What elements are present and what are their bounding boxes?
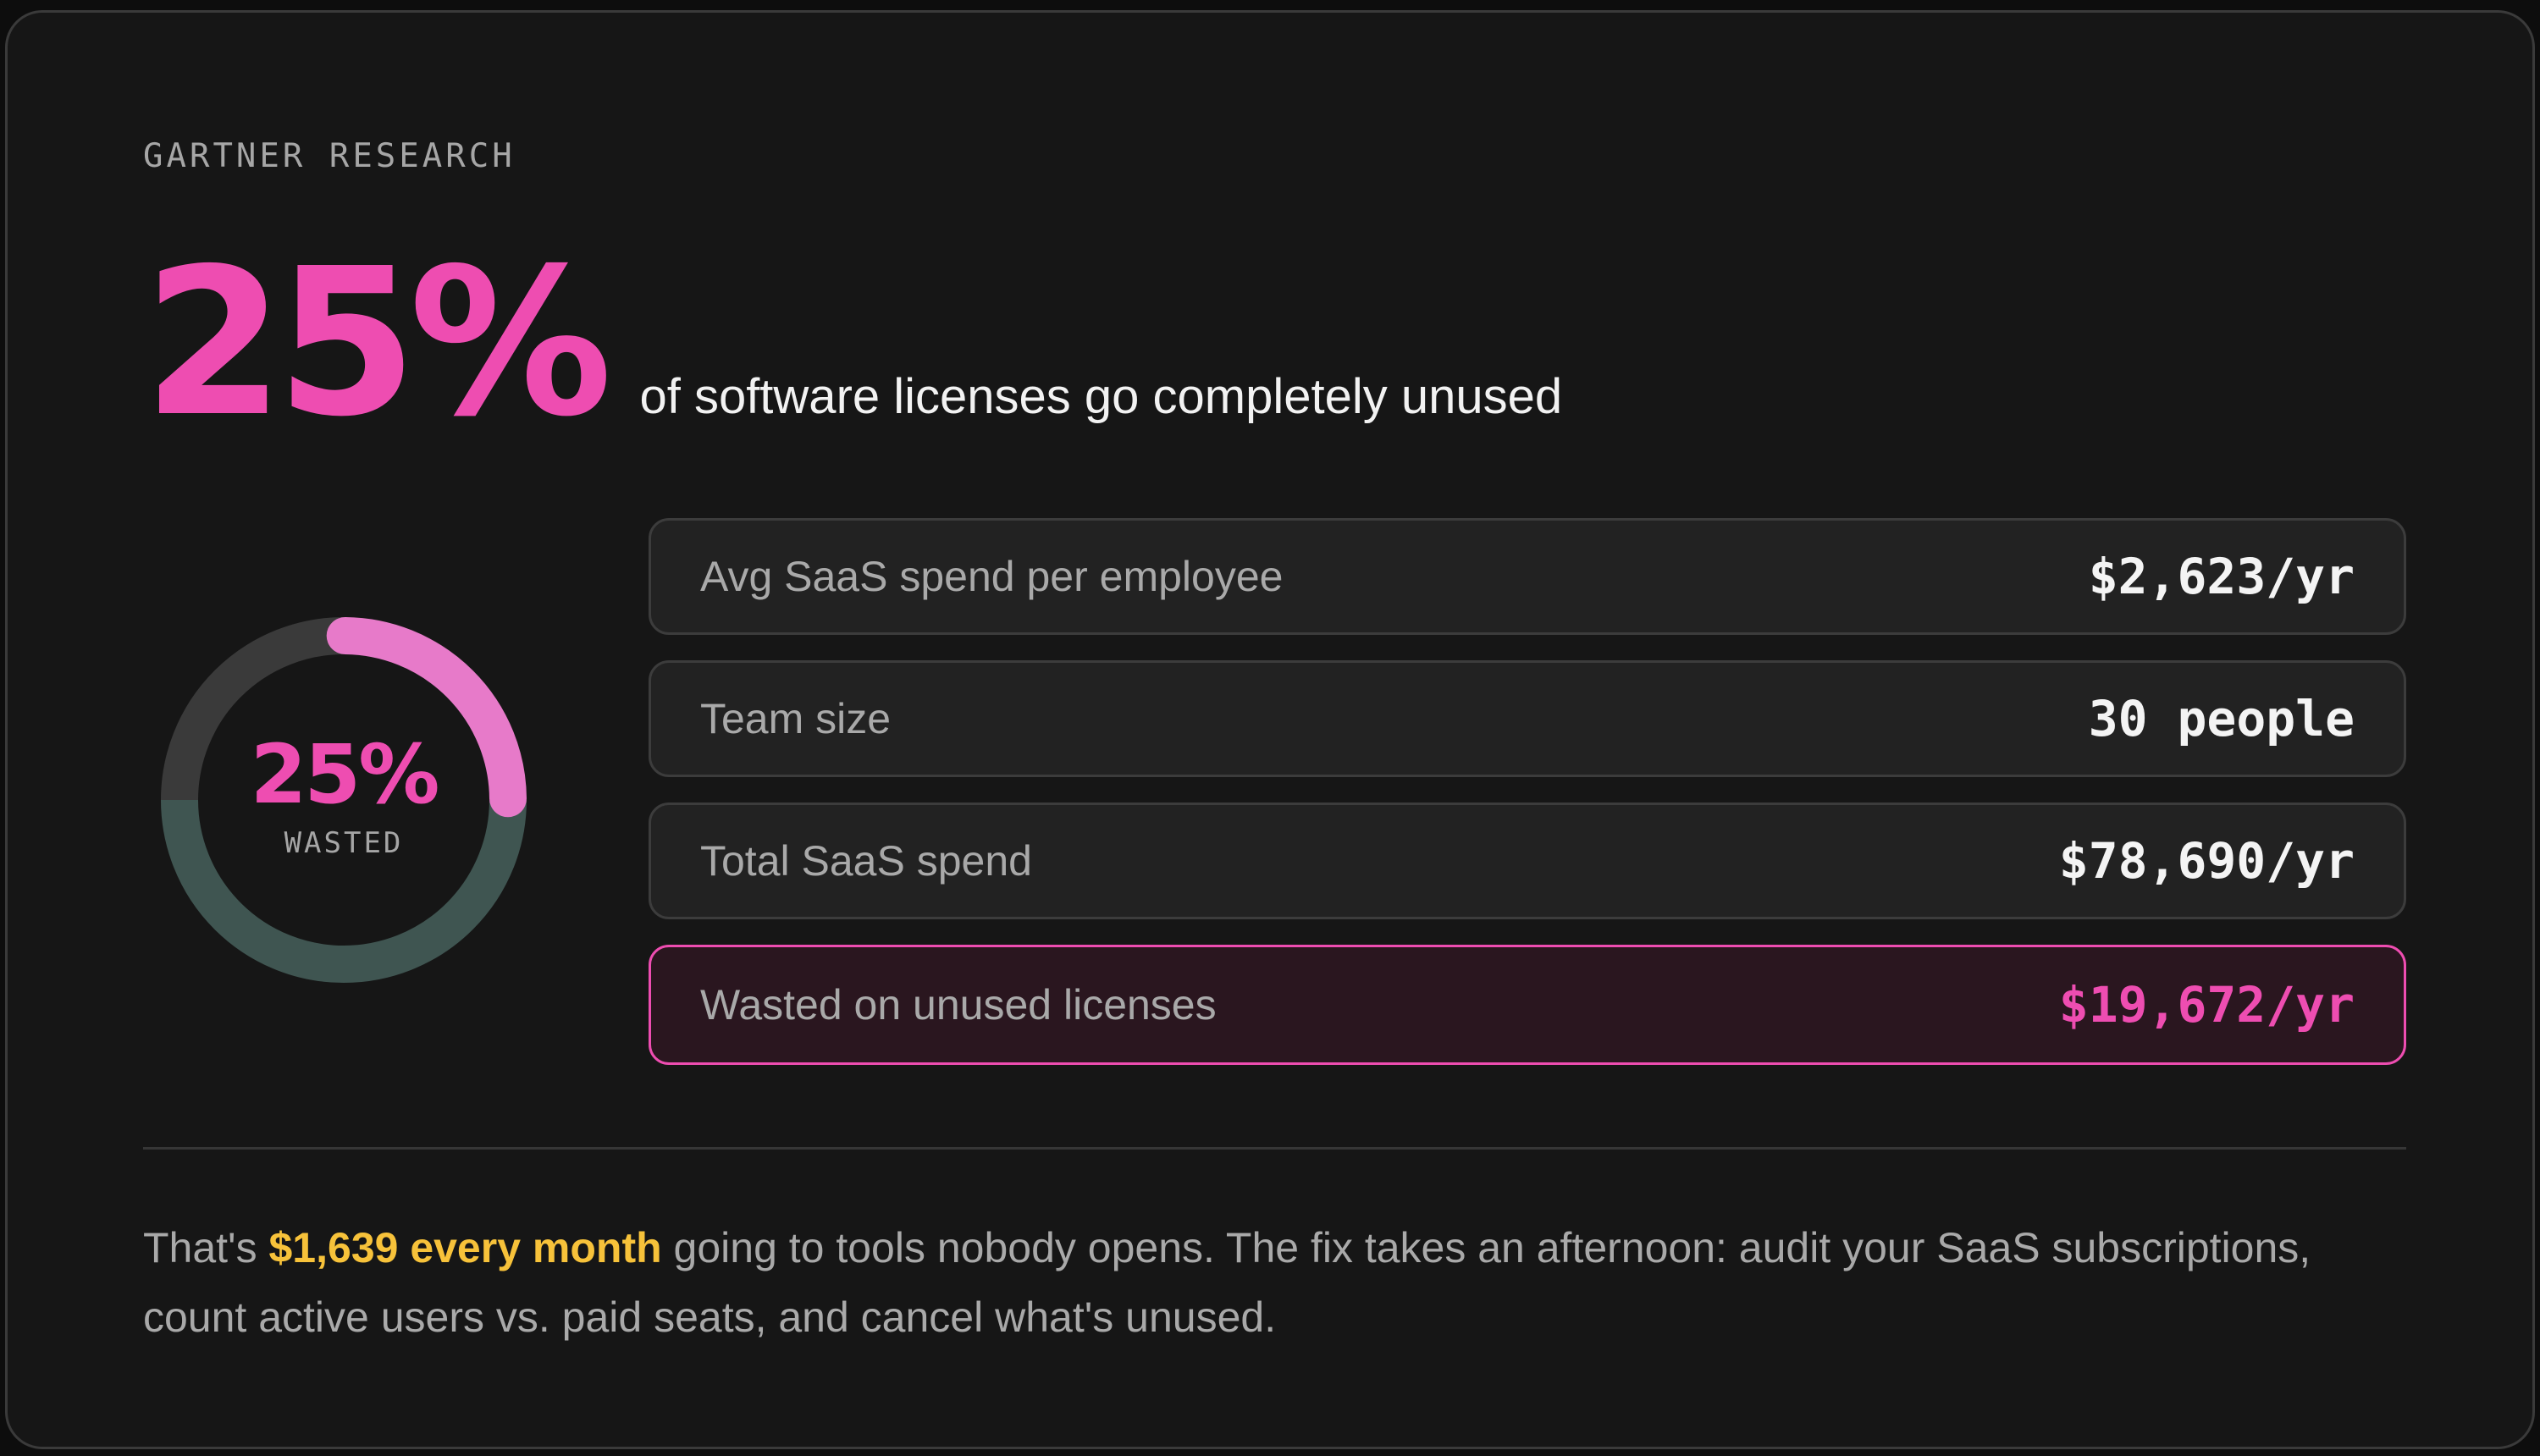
row-label: Team size (700, 695, 892, 742)
hero-percentage: 25% (143, 224, 612, 461)
row-label: Total SaaS spend (700, 837, 1032, 885)
row-wasted: Wasted on unused licenses $19,672/yr (649, 945, 2406, 1065)
section-divider (143, 1147, 2406, 1150)
row-value: $19,672/yr (2058, 976, 2355, 1034)
row-label: Wasted on unused licenses (700, 981, 1217, 1029)
hero-stat: 25% of software licenses go completely u… (143, 241, 1563, 444)
row-label: Avg SaaS spend per employee (700, 553, 1284, 600)
row-avg-spend: Avg SaaS spend per employee $2,623/yr (649, 518, 2406, 635)
donut-center-label: 25% WASTED (153, 609, 534, 990)
stat-card: GARTNER RESEARCH 25% of software license… (5, 10, 2535, 1449)
source-eyebrow: GARTNER RESEARCH (143, 137, 516, 175)
row-team-size: Team size 30 people (649, 660, 2406, 777)
calculation-rows: Avg SaaS spend per employee $2,623/yr Te… (649, 518, 2406, 1090)
hero-caption: of software licenses go completely unuse… (639, 369, 1563, 424)
footnote-highlight: $1,639 every month (268, 1224, 662, 1271)
row-value: 30 people (2088, 690, 2355, 747)
row-value: $2,623/yr (2088, 548, 2355, 605)
row-total-spend: Total SaaS spend $78,690/yr (649, 802, 2406, 919)
donut-percentage: 25% (250, 727, 440, 822)
donut-sublabel: WASTED (284, 826, 404, 860)
footnote: That's $1,639 every month going to tools… (143, 1213, 2412, 1352)
footnote-prefix: That's (143, 1224, 269, 1271)
row-value: $78,690/yr (2058, 832, 2355, 890)
waste-donut-chart: 25% WASTED (153, 609, 534, 990)
